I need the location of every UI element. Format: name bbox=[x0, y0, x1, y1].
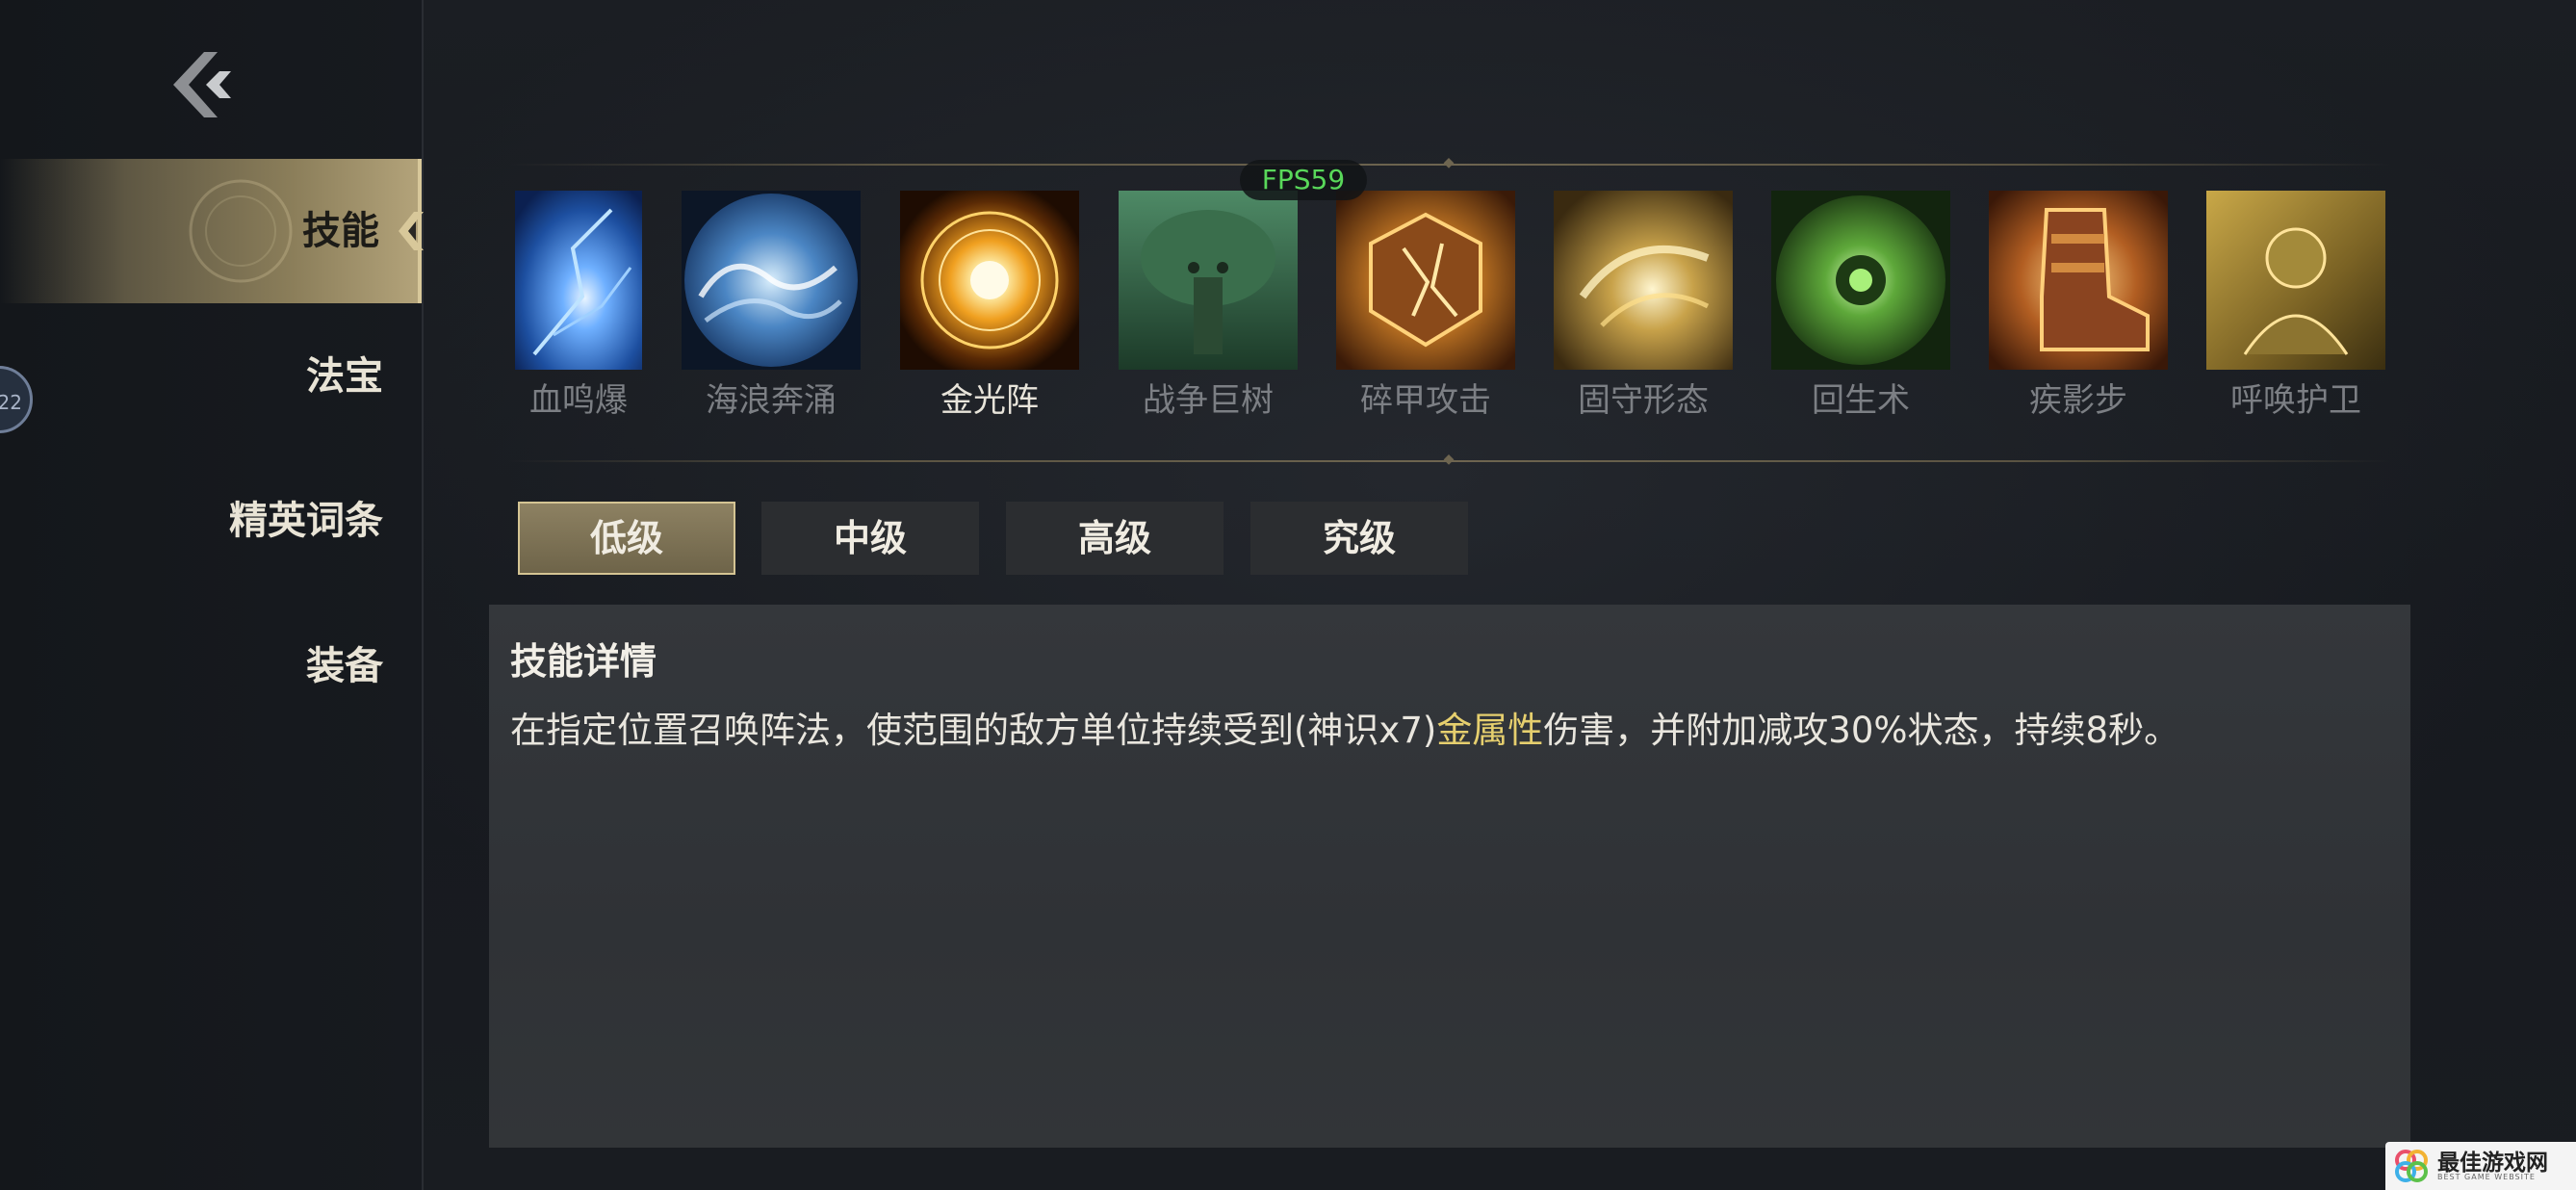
skill-name: 固守形态 bbox=[1578, 381, 1709, 420]
sidebar-item-fabao[interactable]: 法宝 bbox=[0, 304, 422, 449]
skill-name: 疾影步 bbox=[2029, 381, 2127, 420]
detail-description: 在指定位置召唤阵法，使范围的敌方单位持续受到(神识x7)金属性伤害，并附加减攻3… bbox=[510, 701, 2179, 753]
blue-burst-icon bbox=[515, 191, 642, 370]
skill-item[interactable]: 疾影步 bbox=[1989, 191, 2168, 422]
sidebar: 22 技能 法宝 精英词条 装备 bbox=[0, 0, 424, 1190]
armor-break-icon bbox=[1336, 191, 1515, 370]
skill-item-selected[interactable]: 金光阵 bbox=[900, 191, 1079, 422]
detail-title: 技能详情 bbox=[510, 640, 657, 683]
shadow-step-boot-icon bbox=[1989, 191, 2168, 370]
skill-item[interactable]: 战争巨树 bbox=[1119, 191, 1298, 422]
golden-array-icon bbox=[900, 191, 1079, 370]
watermark-title: 最佳游戏网 bbox=[2437, 1151, 2548, 1176]
war-tree-icon bbox=[1119, 191, 1298, 370]
skill-item[interactable]: 血鸣爆 bbox=[515, 191, 642, 422]
element-highlight: 金属性 bbox=[1436, 710, 1544, 751]
summon-guard-icon bbox=[2206, 191, 2385, 370]
skill-name: 战争巨树 bbox=[1143, 381, 1274, 420]
site-logo-icon bbox=[2395, 1150, 2428, 1182]
skill-item[interactable]: 回生术 bbox=[1771, 191, 1950, 422]
back-arrow-icon bbox=[173, 52, 231, 117]
detail-text-part: 伤害，并附加减攻30%状态，持续8秒。 bbox=[1543, 710, 2180, 751]
skill-item[interactable]: 海浪奔涌 bbox=[682, 191, 861, 422]
site-watermark: 最佳游戏网 BEST GAME WEBSITE bbox=[2385, 1142, 2576, 1190]
skill-name: 呼唤护卫 bbox=[2230, 381, 2361, 420]
skill-name: 回生术 bbox=[1812, 381, 1910, 420]
sidebar-item-label: 精英词条 bbox=[229, 499, 383, 543]
divider-ornament: ◆ bbox=[1443, 452, 1455, 467]
fps-counter: FPS59 bbox=[1240, 160, 1367, 200]
skill-name: 碎甲攻击 bbox=[1360, 381, 1491, 420]
tab-tier-mid[interactable]: 中级 bbox=[761, 502, 979, 575]
divider-ornament: ◆ bbox=[1443, 155, 1455, 170]
sidebar-item-elite-affix[interactable]: 精英词条 bbox=[0, 449, 422, 593]
tab-tier-high[interactable]: 高级 bbox=[1006, 502, 1224, 575]
skill-item[interactable]: 碎甲攻击 bbox=[1336, 191, 1515, 422]
sidebar-item-equipment[interactable]: 装备 bbox=[0, 594, 422, 738]
skill-name: 海浪奔涌 bbox=[706, 381, 837, 420]
skill-item[interactable]: 固守形态 bbox=[1554, 191, 1733, 422]
sidebar-item-label: 技能 bbox=[302, 209, 379, 253]
tab-tier-ultimate[interactable]: 究级 bbox=[1250, 502, 1468, 575]
guard-stance-icon bbox=[1554, 191, 1733, 370]
sidebar-item-label: 装备 bbox=[306, 644, 383, 688]
revive-icon bbox=[1771, 191, 1950, 370]
game-screen: 22 技能 法宝 精英词条 装备 ◆ ◆ 血鸣爆 海浪奔涌 金光阵 战争巨树 碎… bbox=[0, 0, 2576, 1190]
sidebar-item-label: 法宝 bbox=[306, 354, 383, 399]
skill-name: 血鸣爆 bbox=[529, 381, 628, 420]
tab-tier-low[interactable]: 低级 bbox=[518, 502, 735, 575]
skill-detail-panel: 技能详情 在指定位置召唤阵法，使范围的敌方单位持续受到(神识x7)金属性伤害，并… bbox=[489, 605, 2410, 1148]
back-button[interactable] bbox=[166, 46, 239, 123]
detail-text-part: 在指定位置召唤阵法，使范围的敌方单位持续受到(神识x7) bbox=[510, 710, 1437, 751]
sidebar-item-skill[interactable]: 技能 bbox=[0, 159, 422, 303]
watermark-subtitle: BEST GAME WEBSITE bbox=[2437, 1173, 2536, 1181]
wave-icon bbox=[682, 191, 861, 370]
skill-name: 金光阵 bbox=[940, 381, 1039, 420]
skill-item[interactable]: 呼唤护卫 bbox=[2206, 191, 2385, 422]
active-indicator-icon bbox=[399, 212, 424, 250]
